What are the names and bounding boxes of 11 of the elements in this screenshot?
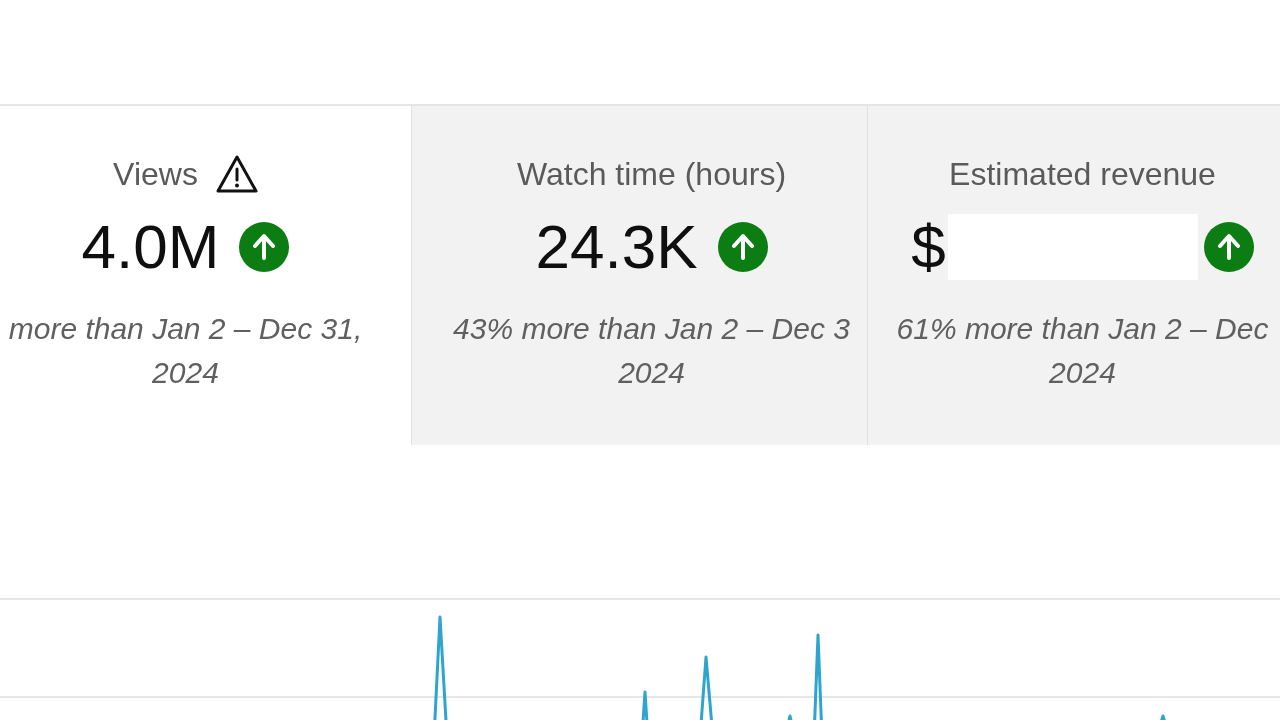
metric-value: 4.0M — [81, 215, 220, 279]
metric-title: Watch time (hours) — [516, 155, 787, 193]
comparison-text: 43% more than Jan 2 – Dec 3 2024 — [453, 311, 850, 391]
metric-value: $ — [911, 215, 946, 279]
metric-value: 24.3K — [535, 215, 698, 279]
metric-tab[interactable]: Watch time (hours) 24.3K 43% more than Jan 2 – Dec 3 2024 — [411, 106, 867, 445]
comparison-text: 61% more than Jan 2 – Dec 2024 — [896, 311, 1269, 391]
metric-title: Estimated revenue — [949, 155, 1216, 193]
metric-title: Views — [113, 155, 198, 193]
comparison-text: more than Jan 2 – Dec 31, 2024 — [8, 311, 363, 391]
metric-tab[interactable]: Estimated revenue $ 61% more than Jan 2 – Dec 2024 — [867, 106, 1280, 445]
